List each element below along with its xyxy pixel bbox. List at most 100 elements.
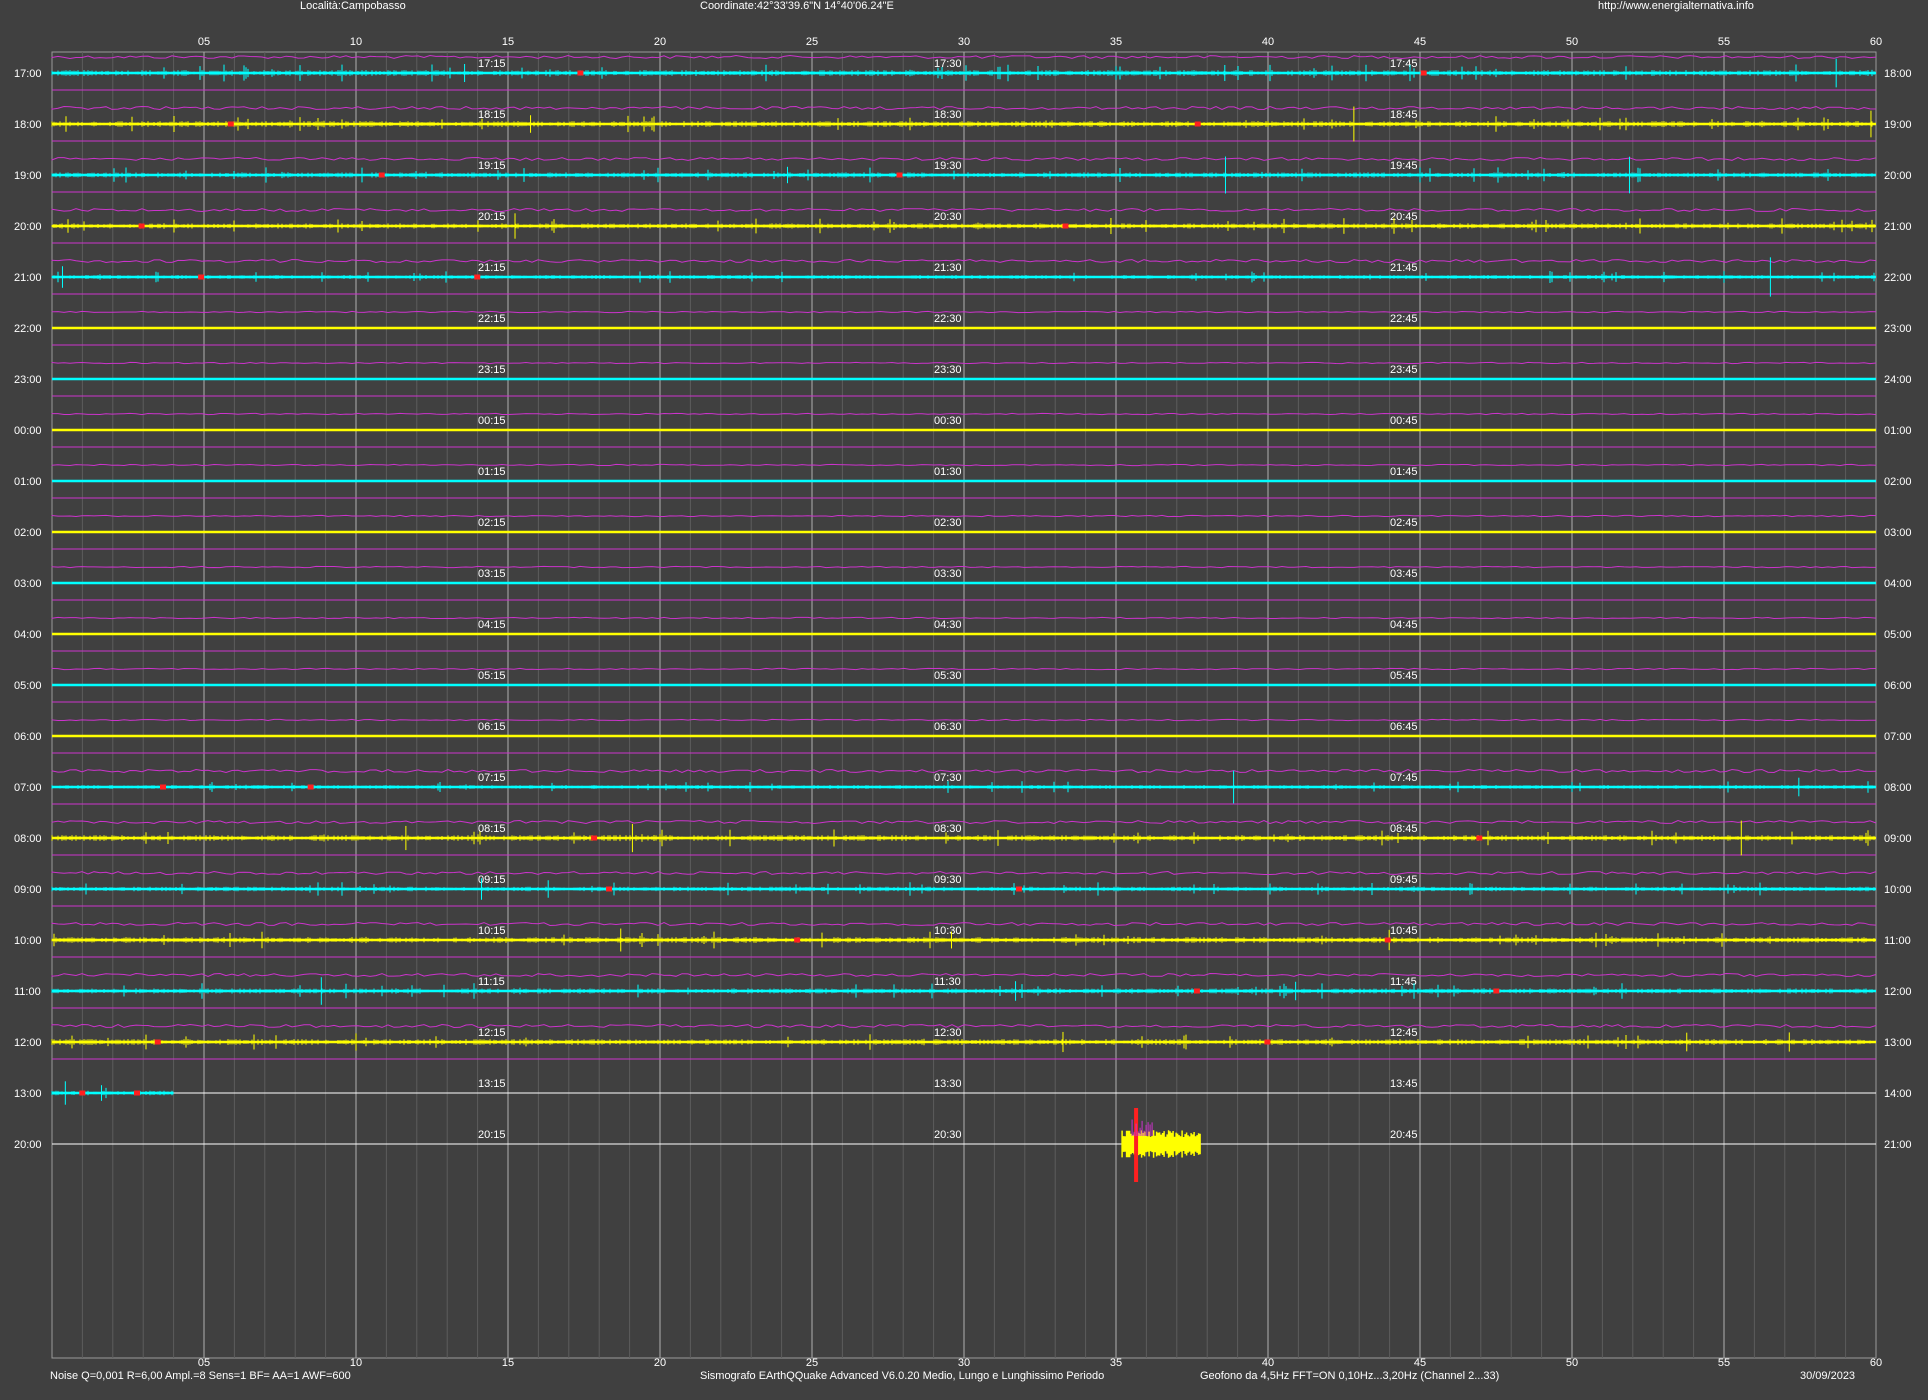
minute-tick-label-top: 10 bbox=[350, 36, 362, 48]
minute-tick-label-top: 40 bbox=[1262, 36, 1274, 48]
quarter-label: 23:15 bbox=[478, 364, 506, 376]
minute-tick-label-top: 15 bbox=[502, 36, 514, 48]
row-end-time: 04:00 bbox=[1884, 578, 1912, 590]
quarter-label: 13:30 bbox=[934, 1078, 962, 1090]
quarter-label: 01:30 bbox=[934, 466, 962, 478]
minute-tick-label-bottom: 35 bbox=[1110, 1357, 1122, 1369]
row-start-time: 03:00 bbox=[14, 578, 42, 590]
row-end-time: 11:00 bbox=[1884, 935, 1911, 947]
row-start-time: 19:00 bbox=[14, 170, 42, 182]
minute-tick-label-top: 25 bbox=[806, 36, 818, 48]
minute-tick-label-top: 45 bbox=[1414, 36, 1426, 48]
row-start-time: 18:00 bbox=[14, 119, 42, 131]
minute-tick-label-bottom: 05 bbox=[198, 1357, 210, 1369]
event-marker bbox=[896, 172, 903, 178]
row-end-time: 08:00 bbox=[1884, 782, 1912, 794]
quarter-label: 21:30 bbox=[934, 262, 962, 274]
quarter-label: 12:45 bbox=[1390, 1027, 1418, 1039]
quarter-label: 06:30 bbox=[934, 721, 962, 733]
quarter-label: 00:15 bbox=[478, 415, 506, 427]
row-end-time: 24:00 bbox=[1884, 374, 1912, 386]
row-start-time: 23:00 bbox=[14, 374, 42, 386]
minute-tick-label-bottom: 30 bbox=[958, 1357, 970, 1369]
event-marker bbox=[794, 937, 801, 943]
row-end-time: 13:00 bbox=[1884, 1037, 1912, 1049]
row-end-time: 10:00 bbox=[1884, 884, 1912, 896]
quarter-label: 07:45 bbox=[1390, 772, 1418, 784]
event-marker bbox=[1062, 223, 1069, 229]
quarter-label: 22:45 bbox=[1390, 313, 1418, 325]
website-link[interactable]: http://www.energialternativa.info bbox=[1598, 0, 1754, 12]
row-start-time: 13:00 bbox=[14, 1088, 42, 1100]
quarter-label: 00:45 bbox=[1390, 415, 1418, 427]
minute-tick-label-top: 30 bbox=[958, 36, 970, 48]
row-start-time: 06:00 bbox=[14, 731, 42, 743]
minute-tick-label-bottom: 15 bbox=[502, 1357, 514, 1369]
event-marker bbox=[227, 121, 234, 127]
minute-tick-label-bottom: 55 bbox=[1718, 1357, 1730, 1369]
seismograph-window: 05 05 10 10 15 15 20 20 25 25 30 30 35 35 40 40 45 45 50 50… bbox=[0, 0, 1928, 1400]
event-marker bbox=[1476, 835, 1483, 841]
row-start-time: 20:00 bbox=[14, 221, 42, 233]
minute-tick-label-bottom: 20 bbox=[654, 1357, 666, 1369]
row-end-time: 06:00 bbox=[1884, 680, 1912, 692]
row-end-time: 09:00 bbox=[1884, 833, 1912, 845]
quarter-label: 13:15 bbox=[478, 1078, 506, 1090]
quarter-label: 08:30 bbox=[934, 823, 962, 835]
minute-tick-label-top: 35 bbox=[1110, 36, 1122, 48]
row-end-time: 20:00 bbox=[1884, 170, 1912, 182]
quarter-label: 10:15 bbox=[478, 925, 506, 937]
row-end-time: 05:00 bbox=[1884, 629, 1912, 641]
quarter-label: 20:30 bbox=[934, 1129, 962, 1141]
row-end-time: 14:00 bbox=[1884, 1088, 1912, 1100]
quarter-label: 21:15 bbox=[478, 262, 506, 274]
minute-tick-label-bottom: 25 bbox=[806, 1357, 818, 1369]
software-info: Sismografo EArthQQuake Advanced V6.0.20 … bbox=[700, 1370, 1105, 1382]
minute-tick-label-top: 20 bbox=[654, 36, 666, 48]
row-start-time: 04:00 bbox=[14, 629, 42, 641]
quarter-label: 23:30 bbox=[934, 364, 962, 376]
event-marker bbox=[79, 1090, 86, 1096]
quarter-label: 08:15 bbox=[478, 823, 506, 835]
row-start-time: 02:00 bbox=[14, 527, 42, 539]
quarter-label: 17:15 bbox=[478, 58, 506, 70]
quarter-label: 18:45 bbox=[1390, 109, 1418, 121]
quarter-label: 04:30 bbox=[934, 619, 962, 631]
row-end-time: 21:00 bbox=[1884, 221, 1912, 233]
quarter-label: 09:45 bbox=[1390, 874, 1418, 886]
quarter-label: 04:15 bbox=[478, 619, 506, 631]
event-marker bbox=[160, 784, 167, 790]
row-end-time: 23:00 bbox=[1884, 323, 1912, 335]
event-marker bbox=[198, 274, 205, 280]
station-location: Località:Campobasso bbox=[300, 0, 406, 12]
minute-tick-label-top: 50 bbox=[1566, 36, 1578, 48]
row-start-time: 01:00 bbox=[14, 476, 42, 488]
event-marker bbox=[1193, 988, 1200, 994]
quarter-label: 20:45 bbox=[1390, 1129, 1418, 1141]
quarter-label: 01:15 bbox=[478, 466, 506, 478]
quarter-label: 20:30 bbox=[934, 211, 962, 223]
quarter-label: 19:30 bbox=[934, 160, 962, 172]
minute-tick-label-bottom: 10 bbox=[350, 1357, 362, 1369]
event-marker bbox=[1264, 1039, 1271, 1045]
quarter-label: 03:30 bbox=[934, 568, 962, 580]
event-marker bbox=[474, 274, 481, 280]
row-start-time: 07:00 bbox=[14, 782, 42, 794]
minute-tick-label-top: 55 bbox=[1718, 36, 1730, 48]
quarter-label: 22:15 bbox=[478, 313, 506, 325]
row-start-time: 11:00 bbox=[14, 986, 41, 998]
quarter-label: 13:45 bbox=[1390, 1078, 1418, 1090]
quarter-label: 20:15 bbox=[478, 1129, 506, 1141]
row-end-time: 19:00 bbox=[1884, 119, 1912, 131]
row-end-time: 21:00 bbox=[1884, 1139, 1912, 1151]
row-start-time: 10:00 bbox=[14, 935, 42, 947]
event-marker bbox=[378, 172, 385, 178]
quarter-label: 01:45 bbox=[1390, 466, 1418, 478]
row-end-time: 18:00 bbox=[1884, 68, 1912, 80]
quarter-label: 02:30 bbox=[934, 517, 962, 529]
station-coordinates: Coordinate:42°33'39.6"N 14°40'06.24"E bbox=[700, 0, 894, 12]
minute-tick-label-bottom: 50 bbox=[1566, 1357, 1578, 1369]
quarter-label: 02:45 bbox=[1390, 517, 1418, 529]
quarter-label: 19:45 bbox=[1390, 160, 1418, 172]
quarter-label: 17:45 bbox=[1390, 58, 1418, 70]
